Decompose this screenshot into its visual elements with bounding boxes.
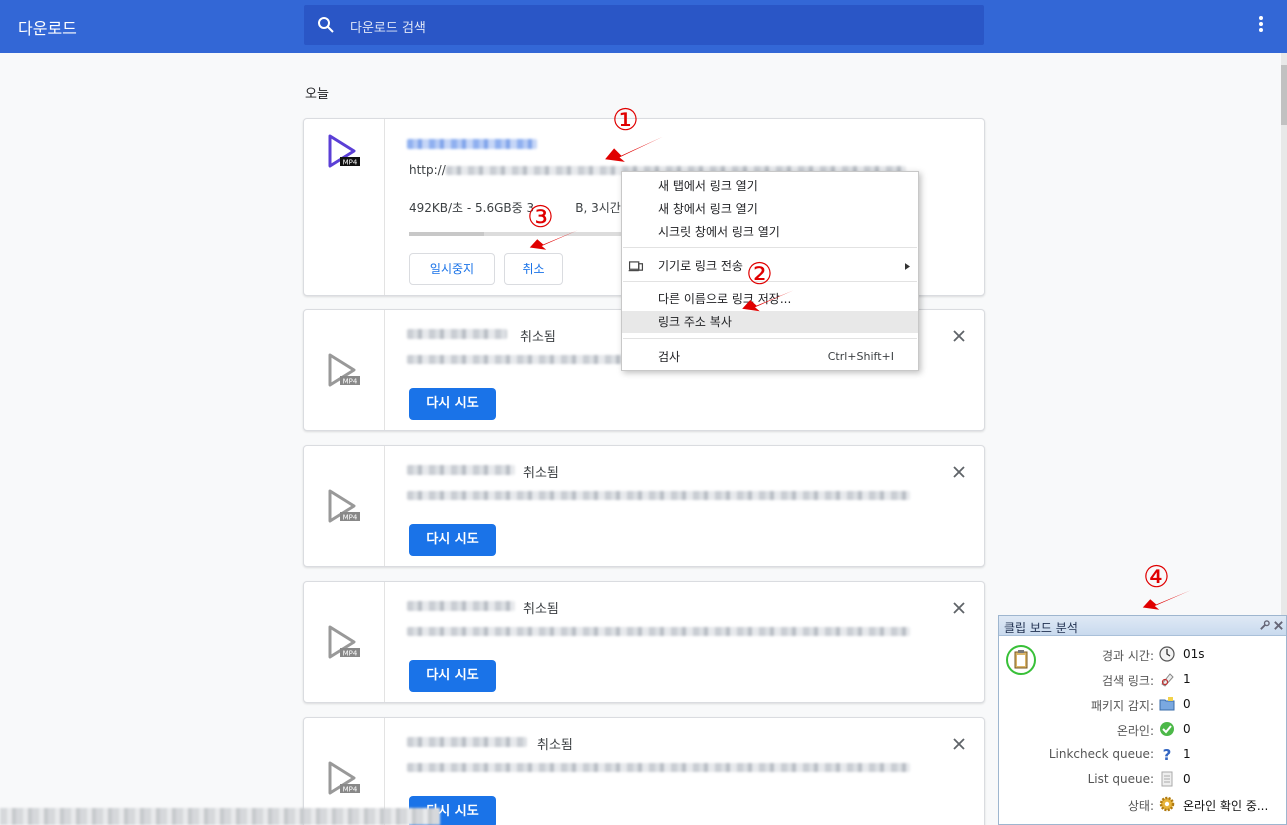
package-detected-row: 패키지 감지: 0 [1090, 697, 1191, 713]
retry-button[interactable]: 다시 시도 [409, 388, 496, 420]
download-card-cancelled: MP4 취소됨 다시 시도 [303, 581, 985, 703]
menu-item-open-new-window[interactable]: 새 창에서 링크 열기 [622, 198, 918, 220]
video-file-icon: MP4 [328, 489, 360, 523]
video-file-icon: MP4 [328, 625, 360, 659]
svg-text:MP4: MP4 [343, 378, 358, 386]
file-name [407, 737, 527, 747]
svg-text:MP4: MP4 [343, 650, 358, 658]
video-file-icon: MP4 [328, 761, 360, 795]
clipboard-analysis-panel: 클립 보드 분석 경과 시간: 01s 검색 링크: 1 패키지 감지: 0 온… [998, 615, 1287, 825]
clock-icon [1159, 646, 1175, 662]
download-progress-text: 492KB/초 - 5.6GB중 3xB, 3시간 남 [409, 201, 636, 215]
status-badge: 취소됨 [523, 466, 559, 481]
retry-button[interactable]: 다시 시도 [409, 524, 496, 556]
menu-item-open-incognito[interactable]: 시크릿 창에서 링크 열기 [622, 221, 918, 243]
pause-button[interactable]: 일시중지 [409, 253, 495, 285]
status-badge: 취소됨 [523, 602, 559, 617]
svg-text:MP4: MP4 [343, 786, 358, 794]
close-icon[interactable] [952, 465, 966, 479]
check-icon [1160, 722, 1174, 736]
panel-title: 클립 보드 분석 [1004, 621, 1078, 635]
panel-titlebar: 클립 보드 분석 [999, 616, 1286, 636]
section-title-today: 오늘 [305, 87, 329, 102]
found-links-row: 검색 링크: 1 [1101, 672, 1191, 688]
file-name [407, 329, 507, 339]
list-icon [1161, 771, 1173, 787]
source-url [407, 491, 910, 500]
menu-item-inspect[interactable]: 검사 Ctrl+Shift+I [622, 346, 918, 368]
svg-text:MP4: MP4 [343, 514, 358, 522]
annotation-arrow-icon [742, 290, 794, 312]
search-input[interactable]: 다운로드 검색 [350, 17, 426, 36]
source-url [407, 627, 910, 636]
gear-icon [1159, 796, 1175, 812]
submenu-arrow-icon [905, 263, 910, 270]
video-file-icon: MP4 [328, 353, 360, 387]
search-box[interactable]: 다운로드 검색 [304, 5, 984, 45]
list-queue-row: List queue: 0 [1087, 771, 1191, 787]
retry-button[interactable]: 다시 시도 [409, 660, 496, 692]
status-badge: 취소됨 [537, 738, 573, 753]
annotation-1: ① [612, 103, 639, 138]
shortcut-label: Ctrl+Shift+I [827, 350, 894, 363]
file-name [407, 601, 515, 611]
close-icon[interactable] [952, 737, 966, 751]
close-icon[interactable] [952, 601, 966, 615]
device-icon [628, 261, 644, 272]
svg-text:MP4: MP4 [343, 159, 358, 167]
menu-item-open-new-tab[interactable]: 새 탭에서 링크 열기 [622, 175, 918, 197]
annotation-arrow-icon [1142, 590, 1191, 610]
wrench-icon[interactable] [1259, 620, 1270, 631]
linkcheck-queue-row: Linkcheck queue: ? 1 [1048, 746, 1191, 762]
folder-icon [1159, 697, 1175, 711]
video-file-icon: MP4 [328, 134, 360, 168]
status-bar [0, 808, 440, 825]
page-title: 다운로드 [18, 19, 77, 38]
annotation-arrow-icon [605, 136, 663, 162]
annotation-2: ② [746, 257, 773, 292]
question-icon: ? [1163, 746, 1172, 762]
link-search-icon [1161, 673, 1174, 687]
status-row: 상태: 온라인 확인 중... [999, 795, 1286, 815]
close-icon[interactable] [952, 329, 966, 343]
top-bar: 다운로드 다운로드 검색 [0, 0, 1287, 53]
elapsed-time-row: 경과 시간: 01s [1101, 646, 1205, 663]
file-name [407, 465, 515, 475]
status-badge: 취소됨 [520, 330, 556, 345]
search-icon [318, 17, 334, 33]
online-row: 온라인: 0 [1116, 722, 1191, 738]
close-icon[interactable] [1273, 620, 1284, 631]
source-url [407, 763, 910, 772]
file-name-link[interactable] [407, 139, 537, 149]
svg-text:?: ? [1163, 746, 1172, 762]
more-menu-icon[interactable] [1252, 14, 1270, 38]
annotation-arrow-icon [529, 230, 578, 250]
download-card-cancelled: MP4 취소됨 다시 시도 [303, 445, 985, 567]
